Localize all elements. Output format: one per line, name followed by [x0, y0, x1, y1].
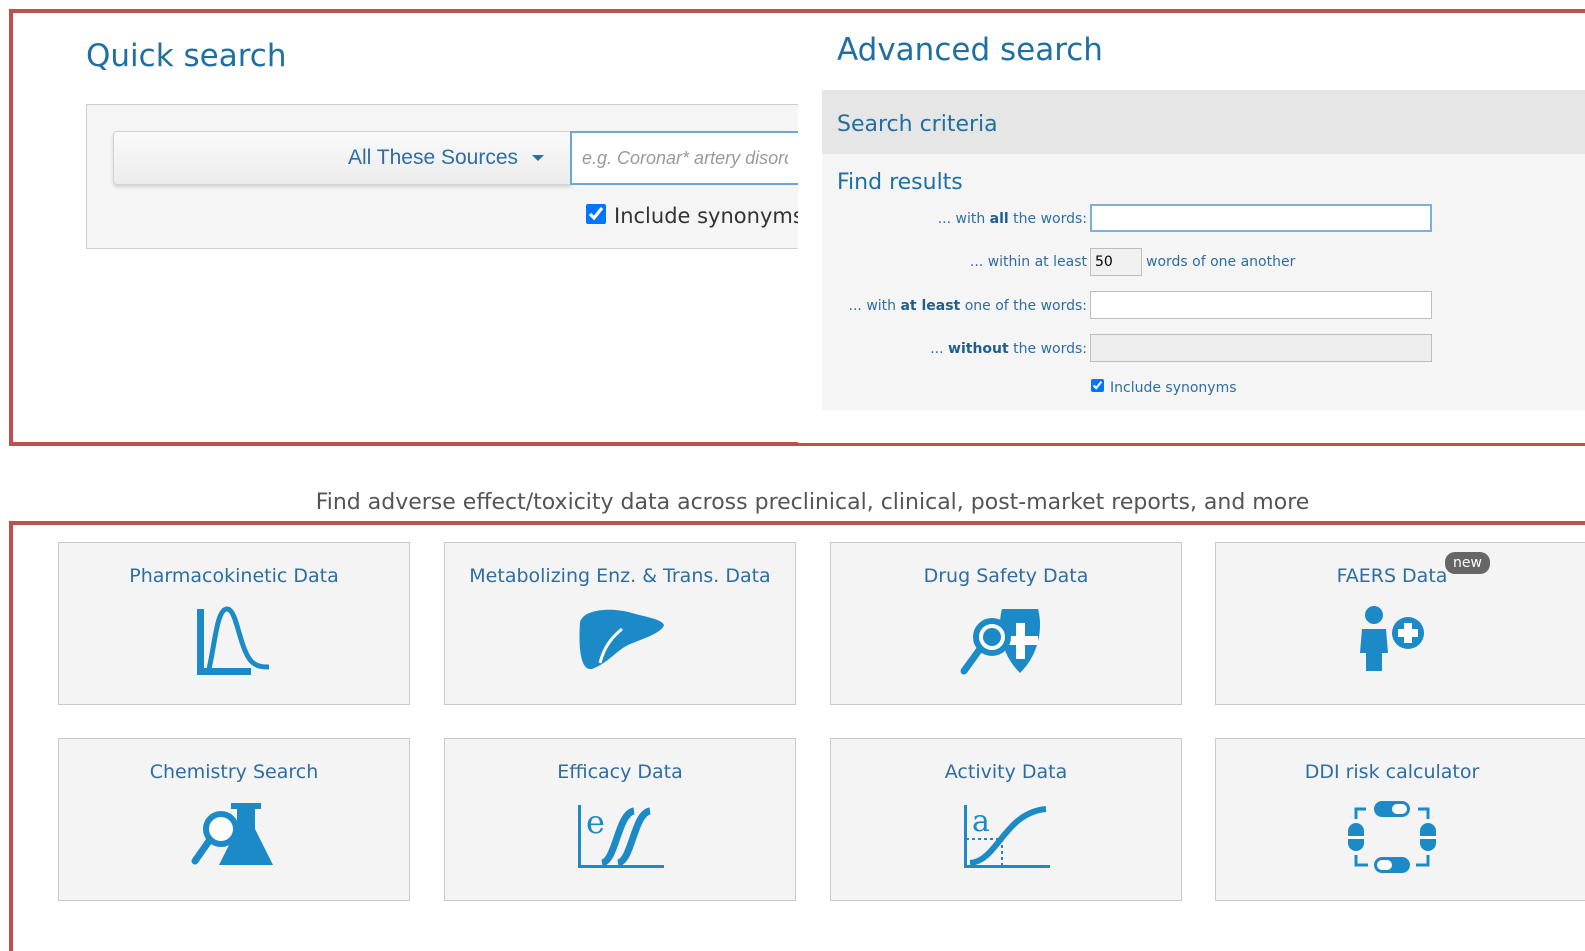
tile-faers-data[interactable]: FAERS Data new [1215, 542, 1585, 705]
tile-label: FAERS Data [1336, 565, 1448, 587]
tile-chemistry-search[interactable]: Chemistry Search [58, 738, 410, 901]
tile-label: Activity Data [944, 761, 1068, 783]
within-words-input[interactable] [1090, 248, 1142, 276]
quick-search-input[interactable] [570, 131, 798, 185]
tile-activity-data[interactable]: Activity Data a [830, 738, 1182, 901]
person-pill-icon [1360, 606, 1424, 671]
pk-curve-icon [197, 606, 270, 675]
tile-efficacy-data[interactable]: Efficacy Data e [444, 738, 796, 901]
within-suffix-label: words of one another [1146, 254, 1296, 270]
tile-label: Efficacy Data [557, 761, 683, 783]
advanced-include-synonyms-checkbox[interactable] [1091, 379, 1104, 392]
liver-icon [579, 609, 664, 670]
tile-metabolizing-enzyme-transporter-data[interactable]: Metabolizing Enz. & Trans. Data [444, 542, 796, 705]
advanced-search-title: Advanced search [837, 32, 1103, 68]
quick-search-title: Quick search [86, 38, 287, 74]
efficacy-curve-icon: e [578, 803, 664, 868]
activity-curve-icon: a [964, 804, 1050, 868]
tile-drug-safety-data[interactable]: Drug Safety Data [830, 542, 1182, 705]
advanced-include-synonyms-label: Include synonyms [1110, 380, 1237, 396]
tile-label: DDI risk calculator [1304, 761, 1480, 783]
search-criteria-header: Search criteria [837, 112, 998, 137]
quick-include-synonyms-checkbox[interactable] [586, 204, 606, 224]
tile-label: Metabolizing Enz. & Trans. Data [469, 565, 771, 587]
svg-text:a: a [972, 804, 990, 839]
tile-label: Chemistry Search [149, 761, 319, 783]
all-words-label: ... with all the words: [937, 211, 1087, 227]
without-label: ... without the words: [930, 341, 1087, 357]
flask-magnifier-icon [191, 803, 273, 865]
tile-label: Drug Safety Data [923, 565, 1089, 587]
safety-magnifier-shield-icon [960, 609, 1041, 675]
all-words-input[interactable] [1090, 204, 1432, 232]
quick-include-synonyms-label: Include synonyms [614, 204, 804, 228]
within-label: ... within at least [969, 254, 1087, 270]
without-words-input[interactable] [1090, 334, 1432, 362]
tile-pharmacokinetic-data[interactable]: Pharmacokinetic Data [58, 542, 410, 705]
tagline: Find adverse effect/toxicity data across… [315, 490, 1310, 515]
caret-down-icon [532, 155, 544, 161]
tile-label: Pharmacokinetic Data [129, 565, 339, 587]
find-results-header: Find results [837, 170, 963, 195]
new-badge: new [1445, 552, 1490, 574]
svg-text:e: e [586, 803, 605, 841]
source-dropdown-button[interactable]: All These Sources [113, 131, 571, 185]
pill-cycle-icon [1348, 801, 1436, 873]
tile-ddi-risk-calculator[interactable]: DDI risk calculator [1215, 738, 1585, 901]
source-dropdown-label: All These Sources [347, 146, 518, 169]
at-least-one-label: ... with at least one of the words: [848, 298, 1087, 314]
at-least-one-input[interactable] [1090, 291, 1432, 319]
